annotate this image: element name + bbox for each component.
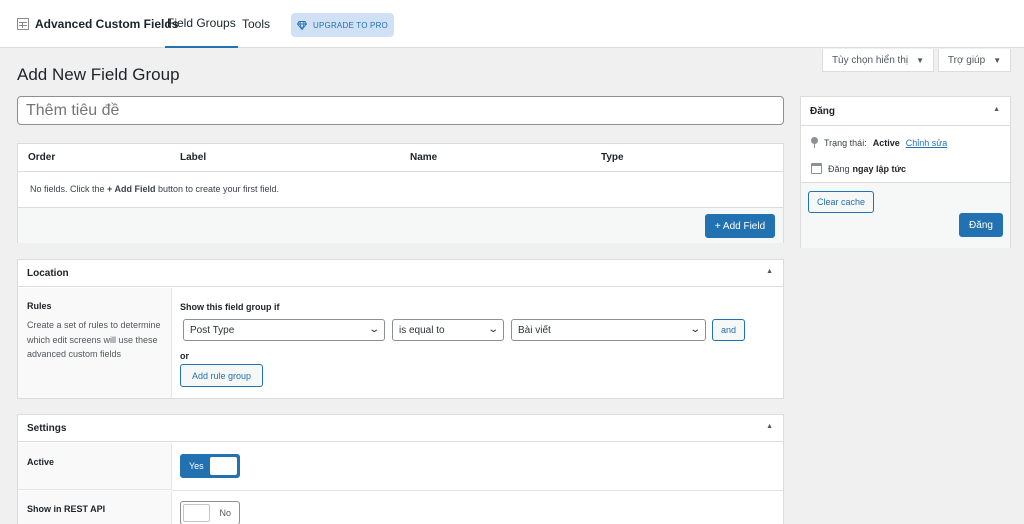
status-label: Trạng thái:: [824, 137, 867, 148]
active-label-column: Active: [18, 443, 172, 490]
chevron-down-icon: ⌄: [688, 324, 701, 335]
row-divider: [172, 490, 783, 491]
chevron-down-icon: ⌄: [486, 324, 499, 335]
nav-tools-label: Tools: [242, 17, 271, 31]
brand: Advanced Custom Fields: [17, 17, 178, 31]
rule-value-value: Bài viết: [518, 325, 551, 336]
location-box: Location ▲ Rules Create a set of rules t…: [17, 259, 784, 399]
status-edit-link[interactable]: Chỉnh sửa: [906, 138, 948, 148]
screen-options-button[interactable]: Tùy chọn hiển thị ▼: [822, 49, 934, 72]
status-value: Active: [872, 137, 900, 148]
settings-title: Settings: [27, 423, 67, 434]
fields-footer: + Add Field: [18, 207, 783, 243]
collapse-arrow-icon[interactable]: ▲: [766, 268, 773, 275]
screen-options-label: Tùy chọn hiển thị: [831, 54, 909, 66]
settings-box: Settings ▲ Active Yes Show in REST API N…: [17, 414, 784, 524]
collapse-arrow-icon[interactable]: ▲: [993, 106, 1000, 113]
column-order: Order: [28, 152, 56, 163]
publish-box: Đăng ▲ Trạng thái: Active Chỉnh sửa Đăng…: [800, 96, 1011, 248]
help-label: Trợ giúp: [947, 54, 986, 66]
add-rule-group-button[interactable]: Add rule group: [180, 364, 263, 387]
publish-title: Đăng: [810, 106, 835, 117]
nav-tools[interactable]: Tools: [240, 0, 272, 48]
publish-header[interactable]: Đăng ▲: [801, 97, 1010, 126]
nav-field-groups[interactable]: Field Groups: [165, 0, 238, 48]
add-field-button[interactable]: + Add Field: [705, 214, 775, 238]
brand-name: Advanced Custom Fields: [35, 17, 179, 31]
toggle-knob: [210, 457, 237, 475]
help-button[interactable]: Trợ giúp ▼: [938, 49, 1011, 72]
rest-api-toggle-value: No: [219, 508, 231, 518]
rule-param-select[interactable]: Post Type ⌄: [183, 319, 385, 341]
chevron-down-icon: ⌄: [367, 324, 380, 335]
column-label: Label: [180, 152, 207, 163]
clear-cache-button[interactable]: Clear cache: [808, 191, 874, 213]
and-button[interactable]: and: [712, 319, 745, 341]
fields-table-header: Order Label Name Type: [18, 144, 783, 172]
publish-button[interactable]: Đăng: [959, 213, 1003, 237]
acf-logo-icon: [17, 18, 29, 30]
title-input[interactable]: [17, 96, 784, 125]
rule-operator-value: is equal to: [399, 325, 445, 336]
active-toggle[interactable]: Yes: [180, 454, 240, 478]
rest-label-column: Show in REST API: [18, 491, 172, 524]
page-title: Add New Field Group: [17, 65, 180, 84]
rule-operator-select[interactable]: is equal to ⌄: [392, 319, 504, 341]
rest-api-toggle[interactable]: No: [180, 501, 240, 524]
show-if-label: Show this field group if: [180, 302, 280, 312]
upgrade-label: UPGRADE TO PRO: [313, 20, 388, 30]
diamond-icon: [297, 20, 308, 30]
active-toggle-value: Yes: [189, 461, 204, 471]
location-header[interactable]: Location ▲: [18, 260, 783, 287]
upgrade-button[interactable]: UPGRADE TO PRO: [291, 13, 394, 37]
location-title: Location: [27, 268, 69, 279]
publish-time-label: Đăng: [828, 163, 850, 174]
settings-header[interactable]: Settings ▲: [18, 415, 783, 442]
caret-down-icon: ▼: [916, 55, 925, 65]
no-fields-message: No fields. Click the + Add Field button …: [30, 184, 279, 194]
rule-param-value: Post Type: [190, 325, 235, 336]
rules-label-column: Rules Create a set of rules to determine…: [18, 288, 172, 398]
rules-label: Rules: [27, 301, 52, 311]
no-fields-suffix: button to create your first field.: [157, 184, 280, 194]
calendar-icon: [811, 163, 822, 174]
rest-api-label: Show in REST API: [27, 504, 106, 514]
no-fields-add-field: + Add Field: [107, 184, 156, 194]
caret-down-icon: ▼: [993, 55, 1002, 65]
publish-time-value: ngay lập tức: [852, 163, 907, 174]
no-fields-prefix: No fields. Click the: [30, 184, 105, 194]
active-label: Active: [27, 457, 55, 467]
collapse-arrow-icon[interactable]: ▲: [766, 423, 773, 430]
column-name: Name: [410, 152, 438, 163]
publish-time-row: Đăng ngay lập tức: [811, 163, 906, 174]
publish-actions: Clear cache Đăng: [801, 182, 1010, 248]
fields-box: Order Label Name Type No fields. Click t…: [17, 143, 784, 243]
nav-field-groups-label: Field Groups: [167, 16, 236, 30]
pin-icon: [811, 137, 818, 148]
rule-value-select[interactable]: Bài viết ⌄: [511, 319, 706, 341]
or-label: or: [180, 351, 189, 361]
top-bar: Advanced Custom Fields Field Groups Tool…: [0, 0, 1024, 48]
rules-description: Create a set of rules to determine which…: [27, 320, 161, 359]
toggle-knob: [183, 504, 210, 522]
column-type: Type: [601, 152, 624, 163]
status-row: Trạng thái: Active Chỉnh sửa: [811, 137, 947, 148]
